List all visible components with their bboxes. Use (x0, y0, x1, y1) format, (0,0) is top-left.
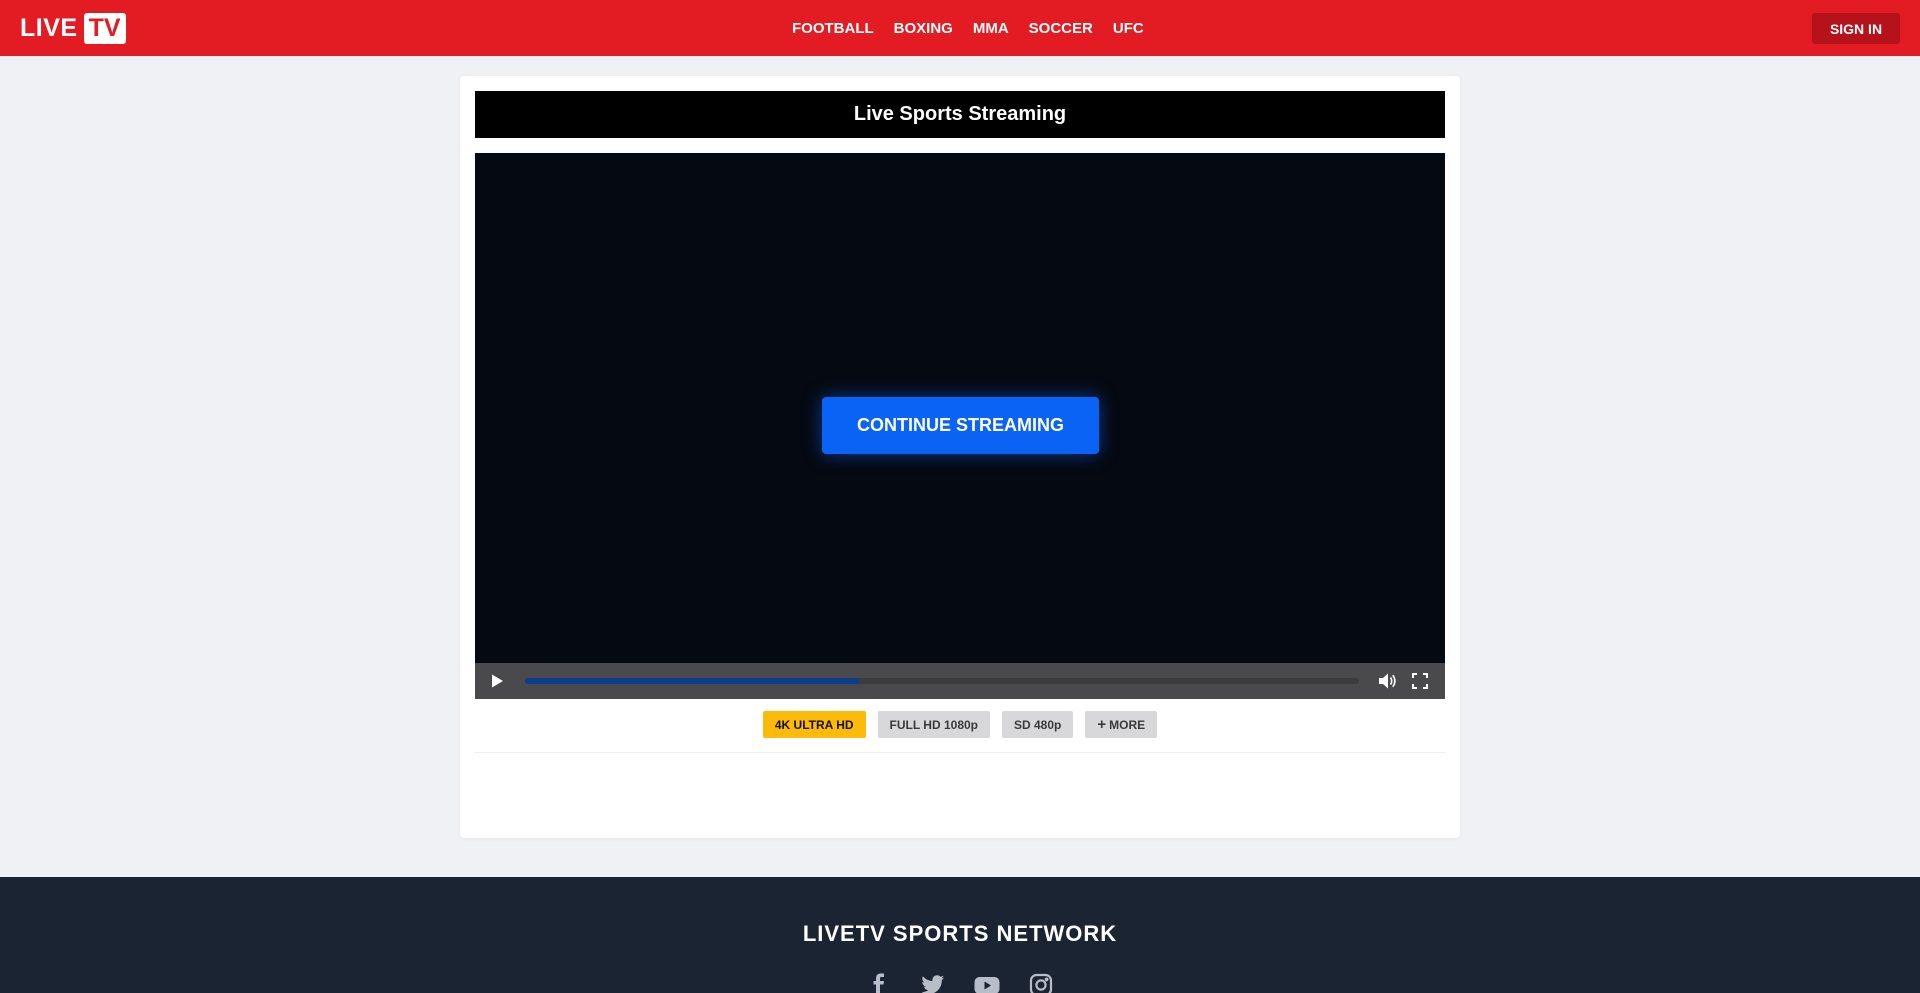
more-label: MORE (1109, 717, 1146, 732)
nav-item-soccer[interactable]: SOCCER (1029, 20, 1093, 37)
nav-item-mma[interactable]: MMA (973, 20, 1009, 37)
quality-4k-button[interactable]: 4K ULTRA HD (762, 711, 866, 738)
instagram-icon[interactable] (1028, 973, 1054, 993)
play-icon[interactable] (489, 673, 505, 689)
nav-item-football[interactable]: FOOTBALL (792, 20, 874, 37)
main-nav: FOOTBALL BOXING MMA SOCCER UFC (792, 0, 1144, 56)
progress-bar[interactable] (525, 678, 1359, 684)
quality-480p-button[interactable]: SD 480p (1002, 711, 1074, 738)
twitter-icon[interactable] (920, 973, 946, 993)
more-qualities-button[interactable]: + MORE (1085, 711, 1158, 738)
quality-1080p-button[interactable]: FULL HD 1080p (877, 711, 990, 738)
facebook-icon[interactable] (866, 973, 892, 993)
fullscreen-icon[interactable] (1412, 673, 1428, 689)
player-controls (475, 663, 1445, 699)
volume-icon[interactable] (1378, 672, 1398, 690)
continue-streaming-button[interactable]: CONTINUE STREAMING (822, 397, 1099, 454)
plus-icon: + (1097, 716, 1107, 733)
page-title: Live Sports Streaming (475, 91, 1445, 138)
sign-in-button[interactable]: SIGN IN (1812, 13, 1900, 44)
nav-item-boxing[interactable]: BOXING (894, 20, 953, 37)
stream-card: Live Sports Streaming CONTINUE STREAMING (460, 76, 1460, 838)
divider (475, 752, 1445, 753)
video-player[interactable]: CONTINUE STREAMING (475, 153, 1445, 699)
footer-title: LIVETV SPORTS NETWORK (802, 921, 1118, 946)
social-links (0, 973, 1920, 993)
nav-item-ufc[interactable]: UFC (1113, 20, 1144, 37)
quality-selector: 4K ULTRA HD FULL HD 1080p SD 480p + MORE (475, 711, 1445, 738)
logo-live-text: LIVE (20, 13, 78, 42)
youtube-icon[interactable] (974, 973, 1000, 993)
progress-fill (525, 678, 859, 684)
site-footer: LIVETV SPORTS NETWORK (0, 877, 1920, 993)
logo-tv-badge: TV (83, 12, 126, 44)
site-logo[interactable]: LIVE TV (20, 12, 126, 44)
top-navigation-bar: LIVE TV FOOTBALL BOXING MMA SOCCER UFC S… (0, 0, 1920, 56)
